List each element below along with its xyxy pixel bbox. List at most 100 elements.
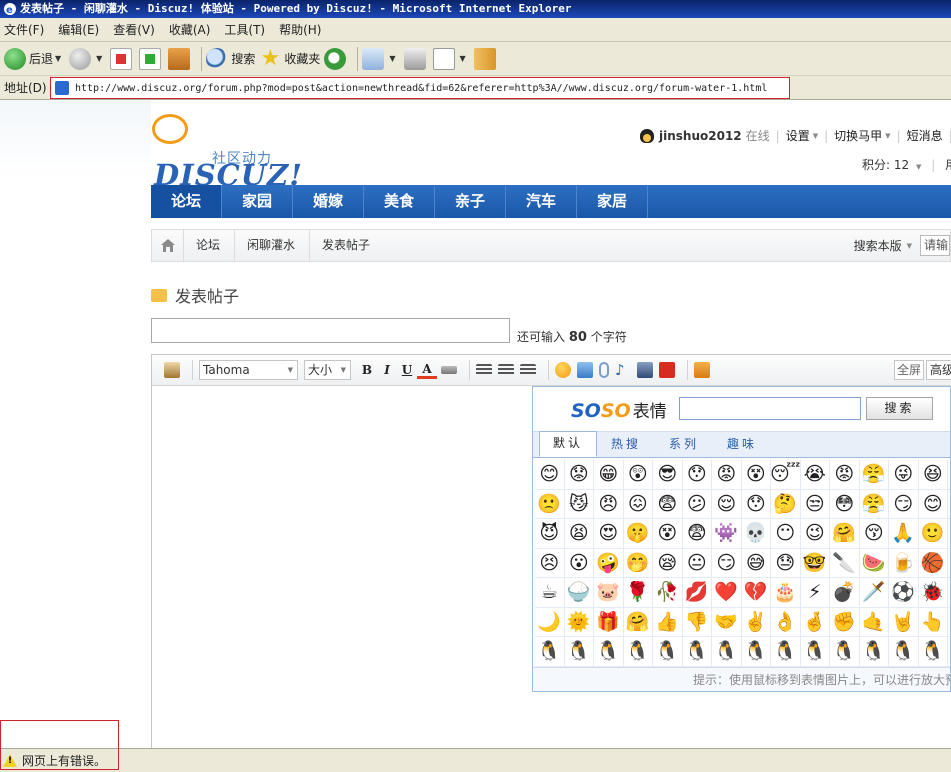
emoji-cell[interactable]: 😉	[801, 519, 830, 549]
emoji-cell[interactable]: 😟	[565, 460, 594, 490]
nav-item-parenting[interactable]: 亲子	[435, 185, 506, 218]
emoji-cell[interactable]: 😼	[565, 489, 594, 519]
emoji-cell[interactable]: 😯	[742, 489, 771, 519]
emoji-cell[interactable]: 💣	[830, 578, 860, 608]
paste-icon[interactable]	[164, 362, 180, 378]
emoji-cell[interactable]: ☕	[535, 578, 565, 608]
emoji-cell[interactable]: 🤔	[771, 489, 801, 519]
refresh-button[interactable]	[139, 45, 164, 73]
emoji-cell[interactable]: 😴	[771, 460, 801, 490]
align-right-icon[interactable]	[520, 364, 536, 376]
menu-edit[interactable]: 编辑(E)	[58, 21, 99, 38]
align-left-icon[interactable]	[476, 364, 492, 376]
emoji-cell[interactable]: 😵	[742, 460, 771, 490]
emoji-cell[interactable]: 🐧	[771, 637, 801, 667]
italic-button[interactable]: I	[377, 363, 397, 377]
back-dropdown-icon[interactable]: ▼	[55, 54, 61, 63]
emoji-cell[interactable]: 🔪	[830, 548, 860, 578]
emoji-cell[interactable]: 🐧	[683, 637, 712, 667]
switch-account-link[interactable]: 切换马甲	[834, 127, 882, 144]
stop-button[interactable]	[110, 45, 135, 73]
subject-input[interactable]	[151, 318, 510, 343]
underline-button[interactable]: U	[397, 363, 417, 377]
emoji-cell[interactable]: 🌞	[565, 607, 594, 637]
emoji-cell[interactable]: 🐧	[594, 637, 624, 667]
tab-trending[interactable]: 热搜	[597, 433, 655, 457]
breadcrumb-board[interactable]: 闲聊灌水	[235, 230, 311, 261]
emoji-cell[interactable]: 😓	[771, 548, 801, 578]
emoji-cell[interactable]: 😎	[653, 460, 683, 490]
emoji-cell[interactable]: 🐞	[919, 578, 948, 608]
history-button[interactable]	[324, 45, 349, 73]
font-size-select[interactable]: 大小 ▼	[304, 360, 351, 380]
home-button[interactable]	[168, 45, 193, 73]
emoji-cell[interactable]: 😈	[535, 519, 565, 549]
print-button[interactable]	[403, 45, 429, 73]
mail-dropdown-icon[interactable]: ▼	[389, 54, 395, 63]
emoji-cell[interactable]: 🤘	[889, 607, 919, 637]
edit-button[interactable]: ▼	[432, 45, 470, 73]
emoji-cell[interactable]: 😊	[919, 489, 948, 519]
home-button[interactable]	[152, 230, 184, 261]
emoji-cell[interactable]: 😏	[712, 548, 742, 578]
edit-dropdown-icon[interactable]: ▼	[460, 54, 466, 63]
site-logo[interactable]: 社区动力 DISCUZ!	[152, 112, 302, 192]
emoji-cell[interactable]: 🤫	[624, 519, 653, 549]
emoji-cell[interactable]: 😭	[801, 460, 830, 490]
messages-link[interactable]: 短消息	[907, 127, 943, 144]
emoji-cell[interactable]: 💔	[742, 578, 771, 608]
emoji-cell[interactable]: 🤭	[624, 548, 653, 578]
flash-icon[interactable]	[659, 362, 675, 378]
emoji-cell[interactable]: 🗡️	[860, 578, 889, 608]
emoji-cell[interactable]: 🍺	[889, 548, 919, 578]
emoji-cell[interactable]: 😌	[712, 489, 742, 519]
emoji-cell[interactable]: 😕	[683, 489, 712, 519]
menu-tools[interactable]: 工具(T)	[224, 21, 265, 38]
menu-help[interactable]: 帮助(H)	[279, 21, 321, 38]
emoji-cell[interactable]: 😣	[535, 548, 565, 578]
warning-icon[interactable]	[3, 754, 17, 767]
align-center-icon[interactable]	[498, 364, 514, 376]
emoji-cell[interactable]: 🎁	[594, 607, 624, 637]
emoji-cell[interactable]: 🤗	[830, 519, 860, 549]
text-color-button[interactable]: A	[417, 362, 437, 379]
emoji-cell[interactable]: 👆	[919, 607, 948, 637]
emoji-cell[interactable]: 🐧	[624, 637, 653, 667]
emoji-cell[interactable]: 😅	[742, 548, 771, 578]
back-button[interactable]: 后退 ▼	[4, 45, 65, 73]
emoji-cell[interactable]: 😡	[712, 460, 742, 490]
emoji-cell[interactable]: ✌️	[742, 607, 771, 637]
emoji-cell[interactable]: 🎂	[771, 578, 801, 608]
nav-item-house[interactable]: 家居	[577, 185, 648, 218]
emoji-cell[interactable]: 😊	[535, 460, 565, 490]
chevron-down-icon[interactable]: ▼	[885, 132, 890, 140]
emoji-cell[interactable]: 😨	[683, 519, 712, 549]
emoji-cell[interactable]: 😖	[624, 489, 653, 519]
emoji-cell[interactable]: 🙁	[535, 489, 565, 519]
emoji-cell[interactable]: ⚡	[801, 578, 830, 608]
emoji-cell[interactable]: 🐧	[712, 637, 742, 667]
status-error[interactable]: 网页上有错误。	[0, 750, 106, 772]
address-field[interactable]: http://www.discuz.org/forum.php?mod=post…	[50, 77, 790, 99]
emoji-cell[interactable]: 🏀	[919, 548, 948, 578]
nav-item-forum[interactable]: 论坛	[151, 185, 222, 218]
url-text[interactable]: http://www.discuz.org/forum.php?mod=post…	[75, 83, 767, 94]
emoji-cell[interactable]: 🤞	[801, 607, 830, 637]
emoji-cell[interactable]: 🐧	[919, 637, 948, 667]
emoji-cell[interactable]: ✊	[830, 607, 860, 637]
credits-link[interactable]: 积分: 12	[862, 158, 909, 172]
tab-fun[interactable]: 趣味	[713, 433, 771, 457]
emoji-cell[interactable]: 😏	[889, 489, 919, 519]
emoji-cell[interactable]: ❤️	[712, 578, 742, 608]
forward-button[interactable]: ▼	[69, 45, 106, 73]
menu-view[interactable]: 查看(V)	[113, 21, 155, 38]
emoji-cell[interactable]: 🙂	[919, 519, 948, 549]
emoji-cell[interactable]: 🐧	[801, 637, 830, 667]
mail-button[interactable]: ▼	[362, 45, 399, 73]
attachment-icon[interactable]	[599, 362, 609, 378]
font-family-select[interactable]: Tahoma ▼	[199, 360, 298, 380]
emoji-cell[interactable]: 🐧	[565, 637, 594, 667]
emoji-cell[interactable]: 🍉	[860, 548, 889, 578]
image-icon[interactable]	[577, 362, 593, 378]
chevron-down-icon[interactable]: ▼	[813, 132, 818, 140]
